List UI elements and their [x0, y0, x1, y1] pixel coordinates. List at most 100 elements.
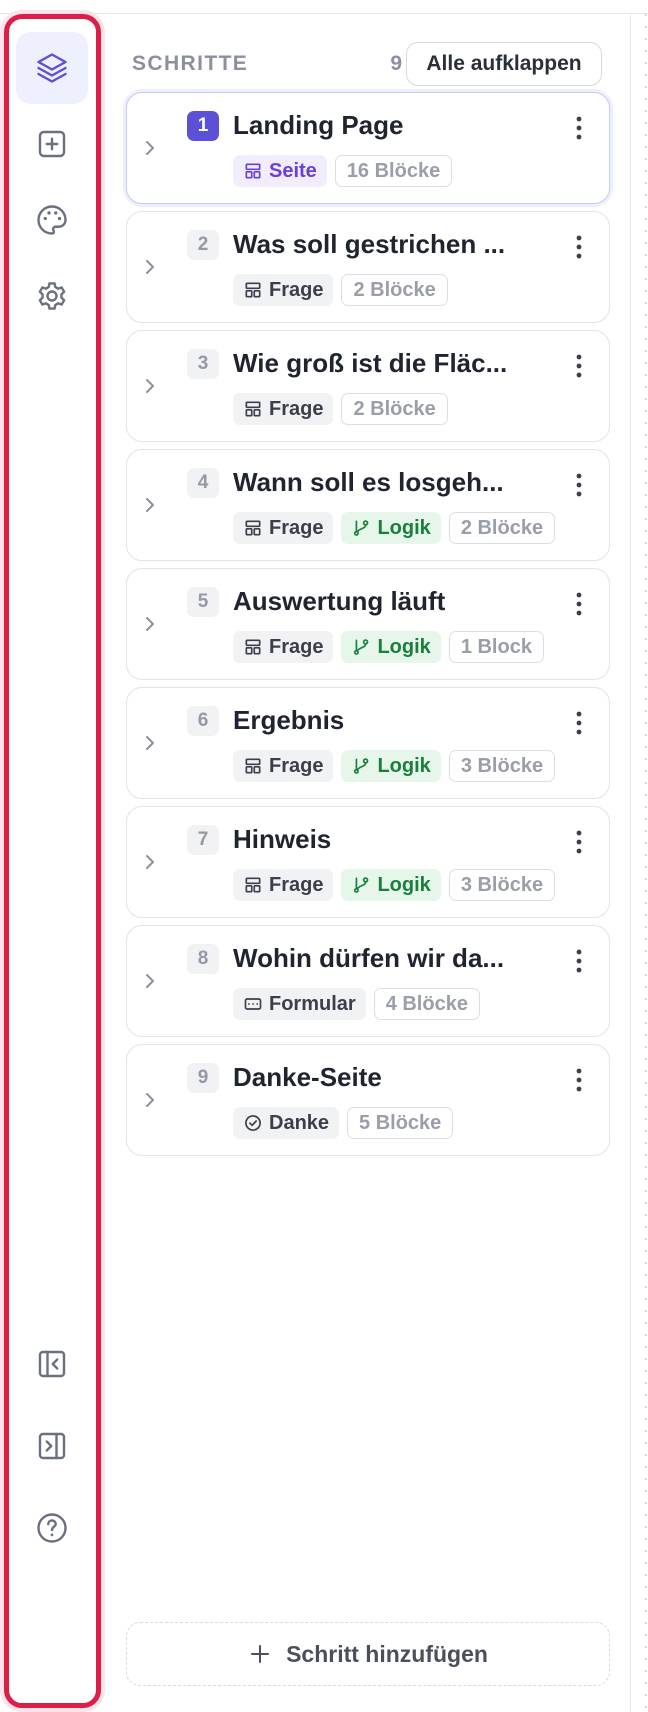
rail-add-button[interactable] — [16, 108, 88, 180]
step-type-label: Seite — [269, 159, 317, 182]
step-blocks-tag: 3 Blöcke — [448, 750, 556, 782]
steps-panel: SCHRITTE 9 Alle aufklappen 1 Landing Page… — [106, 14, 630, 1712]
rail-layers-button[interactable] — [16, 32, 88, 104]
more-vertical-icon[interactable] — [567, 1065, 591, 1095]
step-tags: Frage Logik 2 Blöcke — [233, 512, 556, 544]
step-title: Auswertung läuft — [233, 586, 446, 616]
chevron-right-icon[interactable] — [139, 1085, 161, 1115]
help-icon — [37, 1513, 67, 1543]
step-logic-tag: Logik — [341, 869, 441, 901]
branch-icon — [354, 639, 369, 655]
step-logic-tag: Logik — [341, 750, 441, 782]
step-card[interactable]: 5 Auswertung läuft Frage Logik 1 Block — [126, 568, 610, 680]
step-card[interactable]: 4 Wann soll es losgeh... Frage Logik 2 Blöck… — [126, 449, 610, 561]
step-blocks-tag: 5 Blöcke — [347, 1107, 454, 1139]
step-type-tag: Seite — [233, 155, 327, 187]
chevron-right-icon[interactable] — [139, 728, 161, 758]
step-type-label: Danke — [269, 1111, 330, 1134]
more-vertical-icon[interactable] — [567, 827, 591, 857]
step-number: 3 — [187, 349, 219, 379]
step-card[interactable]: 6 Ergebnis Frage Logik 3 Blöcke — [126, 687, 610, 799]
chevron-right-icon[interactable] — [139, 966, 161, 996]
rail-collapse-button[interactable] — [16, 1328, 88, 1400]
step-card[interactable]: 1 Landing Page Seite 16 Blöcke — [126, 92, 610, 204]
step-logic-label: Logik — [377, 873, 431, 896]
step-blocks-tag: 1 Block — [448, 631, 544, 663]
expand-all-button[interactable]: Alle aufklappen — [406, 42, 602, 86]
step-title: Landing Page — [233, 110, 404, 140]
branch-icon — [354, 758, 369, 774]
step-number: 4 — [187, 468, 219, 498]
step-tags: Frage 2 Blöcke — [233, 393, 448, 425]
step-type-tag: Frage — [233, 750, 334, 782]
chevron-right-icon[interactable] — [139, 490, 161, 520]
step-type-tag: Formular — [233, 988, 366, 1020]
step-type-label: Frage — [269, 635, 324, 658]
step-blocks-tag: 2 Blöcke — [341, 393, 448, 425]
add-step-button[interactable]: Schritt hinzufügen — [126, 1622, 610, 1686]
rail-help-button[interactable] — [16, 1492, 88, 1564]
more-vertical-icon[interactable] — [567, 589, 591, 619]
step-number: 5 — [187, 587, 219, 617]
more-vertical-icon[interactable] — [567, 113, 591, 143]
branch-icon — [354, 877, 369, 893]
rail-design-button[interactable] — [16, 184, 88, 256]
step-logic-label: Logik — [377, 754, 431, 777]
chevron-right-icon[interactable] — [139, 371, 161, 401]
rail-expand-button[interactable] — [16, 1410, 88, 1482]
step-type-label: Frage — [269, 516, 324, 539]
step-card[interactable]: 8 Wohin dürfen wir da... Formular 4 Blöcke — [126, 925, 610, 1037]
layout-icon — [245, 758, 261, 774]
left-rail — [0, 10, 105, 1712]
chevron-right-icon[interactable] — [139, 609, 161, 639]
plus-icon — [251, 1645, 270, 1663]
layers-icon — [37, 53, 67, 83]
step-title: Wie groß ist die Fläc... — [233, 348, 508, 378]
add-square-icon — [38, 130, 66, 158]
step-number: 2 — [187, 230, 219, 260]
step-card[interactable]: 7 Hinweis Frage Logik 3 Blöcke — [126, 806, 610, 918]
steps-count: 9 — [390, 52, 402, 75]
step-type-label: Frage — [269, 397, 324, 420]
steps-header-title: SCHRITTE — [132, 52, 249, 75]
step-blocks-tag: 16 Blöcke — [334, 155, 453, 187]
palette-icon — [37, 205, 67, 235]
step-number: 6 — [187, 706, 219, 736]
step-card[interactable]: 9 Danke-Seite Danke 5 Blöcke — [126, 1044, 610, 1156]
step-card[interactable]: 3 Wie groß ist die Fläc... Frage 2 Blöcke — [126, 330, 610, 442]
chevron-right-icon[interactable] — [139, 133, 161, 163]
step-type-tag: Frage — [233, 274, 334, 306]
more-vertical-icon[interactable] — [567, 232, 591, 262]
step-number: 7 — [187, 825, 219, 855]
step-type-tag: Frage — [233, 393, 334, 425]
more-vertical-icon[interactable] — [567, 470, 591, 500]
layout-icon — [245, 282, 261, 298]
step-blocks-tag: 3 Blöcke — [448, 869, 556, 901]
step-type-tag: Frage — [233, 869, 334, 901]
step-logic-tag: Logik — [341, 512, 441, 544]
step-number: 8 — [187, 944, 219, 974]
more-vertical-icon[interactable] — [567, 708, 591, 738]
chevron-right-icon[interactable] — [139, 252, 161, 282]
more-vertical-icon[interactable] — [567, 946, 591, 976]
chevron-right-icon[interactable] — [139, 847, 161, 877]
step-tags: Seite 16 Blöcke — [233, 155, 453, 187]
step-type-label: Frage — [269, 873, 324, 896]
branch-icon — [354, 520, 369, 536]
step-title: Wohin dürfen wir da... — [233, 943, 505, 973]
layout-icon — [245, 520, 261, 536]
step-type-label: Frage — [269, 278, 324, 301]
check-circle-icon — [245, 1115, 261, 1131]
step-tags: Frage Logik 3 Blöcke — [233, 750, 556, 782]
form-icon — [244, 998, 262, 1010]
step-logic-label: Logik — [377, 516, 431, 539]
step-tags: Danke 5 Blöcke — [233, 1107, 454, 1139]
gear-icon — [38, 282, 66, 310]
layout-icon — [245, 877, 261, 893]
rail-settings-button[interactable] — [16, 260, 88, 332]
more-vertical-icon[interactable] — [567, 351, 591, 381]
add-step-label: Schritt hinzufügen — [286, 1640, 488, 1667]
canvas-edge — [630, 14, 648, 1712]
step-tags: Formular 4 Blöcke — [233, 988, 480, 1020]
step-card[interactable]: 2 Was soll gestrichen ... Frage 2 Blöcke — [126, 211, 610, 323]
